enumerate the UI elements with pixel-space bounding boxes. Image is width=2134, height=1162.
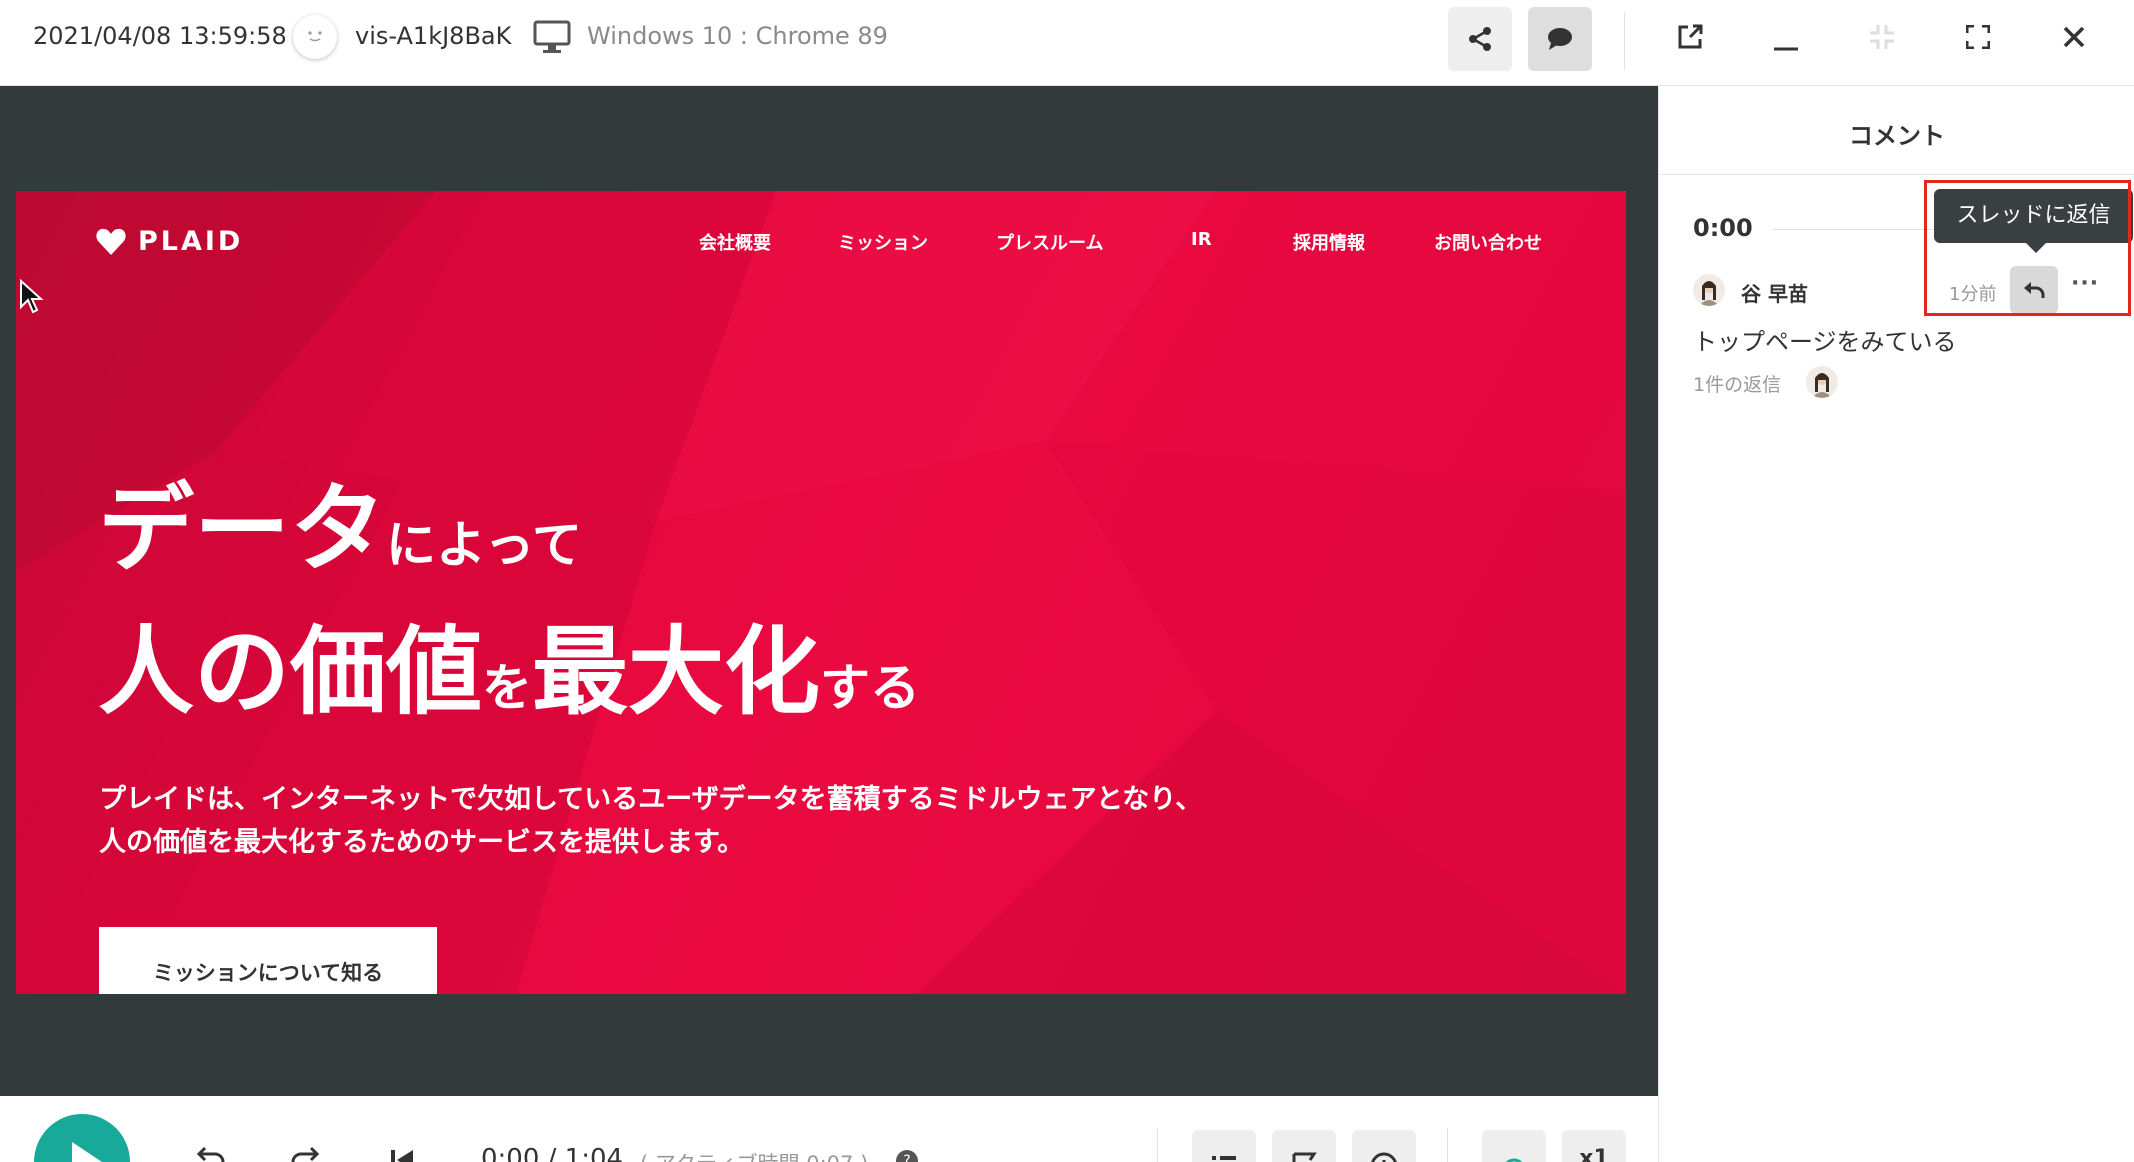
smiley-avatar-icon	[293, 15, 337, 59]
session-datetime: 2021/04/08 13:59:58	[33, 22, 287, 50]
session-replay-stage: PLAID 会社概要 ミッション プレスルーム IR 採用情報 お問い合わせ デ…	[0, 86, 1658, 1096]
info-button[interactable]	[1352, 1130, 1416, 1162]
flag-icon	[1292, 1152, 1317, 1162]
comment-author: 谷 早苗	[1741, 282, 1808, 306]
playback-speed-button[interactable]: x1	[1562, 1130, 1626, 1162]
nav-ir[interactable]: IR	[1191, 229, 1212, 250]
active-time: ( アクティブ時間 0:07 )	[640, 1148, 868, 1162]
hero-word-maximize: 最大化	[532, 616, 820, 728]
hero-word-by: によって	[386, 516, 582, 574]
info-icon	[1371, 1152, 1397, 1162]
highlight-box	[1924, 180, 2131, 316]
refresh-button[interactable]	[1482, 1130, 1546, 1162]
nav-contact[interactable]: お問い合わせ	[1434, 229, 1542, 255]
comment-toggle-button[interactable]	[1528, 7, 1592, 71]
avatar	[1693, 274, 1725, 306]
nav-mission[interactable]: ミッション	[838, 229, 928, 255]
environment-label: Windows 10 : Chrome 89	[587, 22, 888, 50]
comment-panel: コメント 0:00 谷 早苗 1分前 ··· トップページをみている 1件の返信…	[1658, 86, 2134, 1162]
mission-cta-button[interactable]: ミッションについて知る	[99, 927, 437, 994]
nav-recruit[interactable]: 採用情報	[1293, 229, 1365, 255]
skip-to-start-icon[interactable]	[385, 1140, 419, 1162]
minimize-icon[interactable]	[1768, 19, 1804, 55]
share-icon	[1469, 27, 1491, 51]
controls-divider	[1157, 1128, 1158, 1162]
mouse-cursor-icon	[20, 279, 44, 314]
list-icon	[1212, 1156, 1236, 1160]
top-bar: 2021/04/08 13:59:58 vis-A1kJ8BaK Windows…	[0, 0, 2134, 86]
fullscreen-icon[interactable]	[1960, 19, 1996, 55]
refresh-icon	[1506, 1158, 1522, 1162]
comment-body: トップページをみている	[1693, 328, 1957, 356]
logo-text: PLAID	[138, 226, 244, 257]
plaid-logo[interactable]: PLAID	[96, 226, 243, 257]
hero-headline-line1: データによって	[98, 451, 582, 590]
background-facets	[16, 191, 1626, 994]
hero-description-line1: プレイドは、インターネットで欠如しているユーザデータを蓄積するミドルウェアとなり…	[99, 784, 1203, 815]
close-icon[interactable]	[2056, 19, 2092, 55]
hero-headline-line2: 人の価値を最大化する	[98, 594, 920, 733]
hero-word-data: データ	[98, 473, 386, 585]
hero-description-line2: 人の価値を最大化するためのサービスを提供します。	[99, 827, 745, 858]
avatar	[1806, 366, 1838, 398]
comment-timestamp[interactable]: 0:00	[1693, 214, 1753, 242]
hero-description: プレイドは、インターネットで欠如しているユーザデータを蓄積するミドルウェアとなり…	[99, 778, 1202, 864]
shrink-icon	[1864, 19, 1900, 55]
panel-divider	[1659, 174, 2134, 175]
event-list-button[interactable]	[1192, 1130, 1256, 1162]
toolbar-divider	[1624, 12, 1625, 70]
flag-button[interactable]	[1272, 1130, 1336, 1162]
controls-divider	[1447, 1128, 1448, 1162]
heart-logo-icon	[96, 228, 126, 255]
reply-count-link[interactable]: 1件の返信	[1693, 370, 1781, 397]
playback-time: 0:00 / 1:04	[481, 1144, 624, 1162]
nav-pressroom[interactable]: プレスルーム	[996, 229, 1103, 255]
rewind-icon[interactable]	[195, 1140, 229, 1162]
replayed-website: PLAID 会社概要 ミッション プレスルーム IR 採用情報 お問い合わせ デ…	[16, 191, 1626, 994]
open-external-icon[interactable]	[1672, 19, 1708, 55]
hero-word-suru: する	[820, 659, 920, 717]
share-button[interactable]	[1448, 7, 1512, 71]
hero-word-human-value: 人の価値	[98, 616, 482, 728]
forward-icon[interactable]	[287, 1140, 321, 1162]
playback-controls: 0:00 / 1:04 ( アクティブ時間 0:07 ) ? x1	[0, 1096, 1658, 1162]
play-button[interactable]	[34, 1114, 130, 1162]
visitor-id: vis-A1kJ8BaK	[355, 22, 512, 50]
panel-title: コメント	[1849, 122, 1945, 150]
nav-company[interactable]: 会社概要	[699, 229, 771, 255]
hero-word-wo: を	[482, 659, 532, 717]
comment-icon	[1548, 28, 1572, 50]
monitor-icon	[533, 20, 571, 53]
help-icon[interactable]: ?	[896, 1150, 918, 1162]
